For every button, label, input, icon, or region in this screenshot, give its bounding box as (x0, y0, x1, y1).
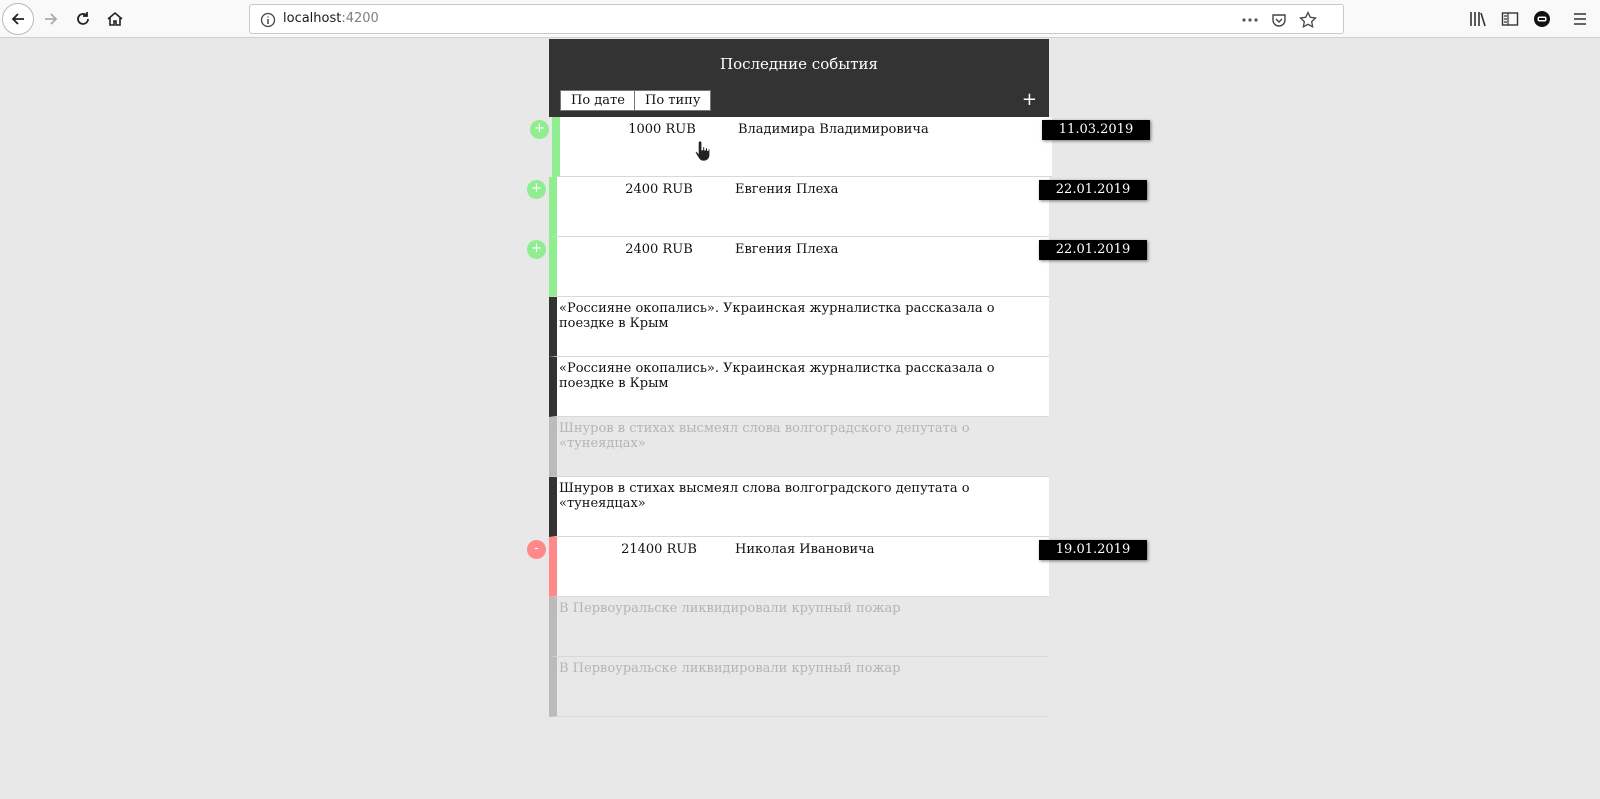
browser-toolbar: localhost:4200 (0, 0, 1600, 38)
hamburger-icon (1574, 13, 1586, 25)
event-row-news-read[interactable]: В Первоуральске ликвидировали крупный по… (549, 657, 1049, 717)
events-header: Последние события По дате По типу + (549, 39, 1049, 117)
sidebar-button[interactable] (1499, 8, 1521, 30)
news-headline: «Россияне окопались». Украинская журнали… (559, 301, 995, 331)
hand-cursor-icon (694, 140, 711, 162)
home-button[interactable] (99, 3, 131, 35)
event-person: Николая Ивановича (735, 542, 875, 557)
event-row-news[interactable]: «Россияне окопались». Украинская журнали… (549, 297, 1049, 357)
news-headline: Шнуров в стихах высмеял слова волгоградс… (559, 421, 970, 451)
news-headline: В Первоуральске ликвидировали крупный по… (559, 601, 901, 616)
add-event-button[interactable]: + (1022, 90, 1037, 110)
event-date-badge: 22.01.2019 (1039, 180, 1147, 200)
account-icon (1534, 11, 1550, 27)
event-person: Владимира Владимировича (738, 122, 929, 137)
arrow-right-icon (45, 13, 58, 25)
plus-icon: + (527, 240, 546, 259)
event-person: Евгения Плеха (735, 182, 839, 197)
event-date-badge: 22.01.2019 (1039, 240, 1147, 260)
arrow-left-icon (11, 13, 24, 25)
library-button[interactable] (1467, 8, 1489, 30)
event-row-income[interactable]: + 1000 RUB Владимира Владимировича 11.03… (530, 117, 1150, 177)
event-row-news-read[interactable]: Шнуров в стихах высмеял слова волгоградс… (549, 417, 1049, 477)
page-title: Последние события (720, 55, 878, 73)
url-text: localhost:4200 (283, 11, 379, 26)
event-amount: 21400 RUB (621, 542, 697, 557)
event-date-badge: 11.03.2019 (1042, 120, 1150, 140)
news-headline: Шнуров в стихах высмеял слова волгоградс… (559, 481, 970, 511)
page-actions-button[interactable] (1240, 10, 1260, 30)
event-amount: 2400 RUB (625, 242, 693, 257)
pocket-icon (1272, 14, 1286, 27)
back-button[interactable] (2, 3, 34, 35)
address-bar[interactable]: localhost:4200 (249, 4, 1344, 34)
sort-by-type-button[interactable]: По типу (634, 90, 712, 111)
event-date-badge: 19.01.2019 (1039, 540, 1147, 560)
sidebar-icon (1501, 12, 1519, 26)
events-panel: Последние события По дате По типу + + 10… (527, 39, 1150, 717)
forward-button[interactable] (35, 3, 67, 35)
plus-icon: + (530, 120, 549, 139)
event-row-expense[interactable]: - 21400 RUB Николая Ивановича 19.01.2019 (527, 537, 1147, 597)
reload-icon (77, 12, 89, 25)
event-row-news[interactable]: Шнуров в стихах высмеял слова волгоградс… (549, 477, 1049, 537)
event-amount: 1000 RUB (628, 122, 696, 137)
plus-icon: + (527, 180, 546, 199)
event-row-income[interactable]: + 2400 RUB Евгения Плеха 22.01.2019 (527, 237, 1147, 297)
event-row-news[interactable]: «Россияне окопались». Украинская журнали… (549, 357, 1049, 417)
more-dots-icon (1242, 18, 1258, 22)
library-icon (1470, 12, 1486, 27)
news-headline: «Россияне окопались». Украинская журнали… (559, 361, 995, 391)
event-row-income[interactable]: + 2400 RUB Евгения Плеха 22.01.2019 (527, 177, 1147, 237)
news-headline: В Первоуральске ликвидировали крупный по… (559, 661, 901, 676)
minus-icon: - (527, 540, 546, 559)
event-row-news-read[interactable]: В Первоуральске ликвидировали крупный по… (549, 597, 1049, 657)
menu-button[interactable] (1569, 8, 1591, 30)
bookmark-star-button[interactable] (1298, 10, 1318, 30)
account-button[interactable] (1531, 8, 1553, 30)
info-icon[interactable] (260, 12, 276, 28)
reload-button[interactable] (67, 3, 99, 35)
event-person: Евгения Плеха (735, 242, 839, 257)
home-icon (107, 11, 123, 26)
sort-by-date-button[interactable]: По дате (560, 90, 636, 111)
star-icon (1299, 11, 1317, 29)
event-amount: 2400 RUB (625, 182, 693, 197)
pocket-button[interactable] (1269, 10, 1289, 30)
